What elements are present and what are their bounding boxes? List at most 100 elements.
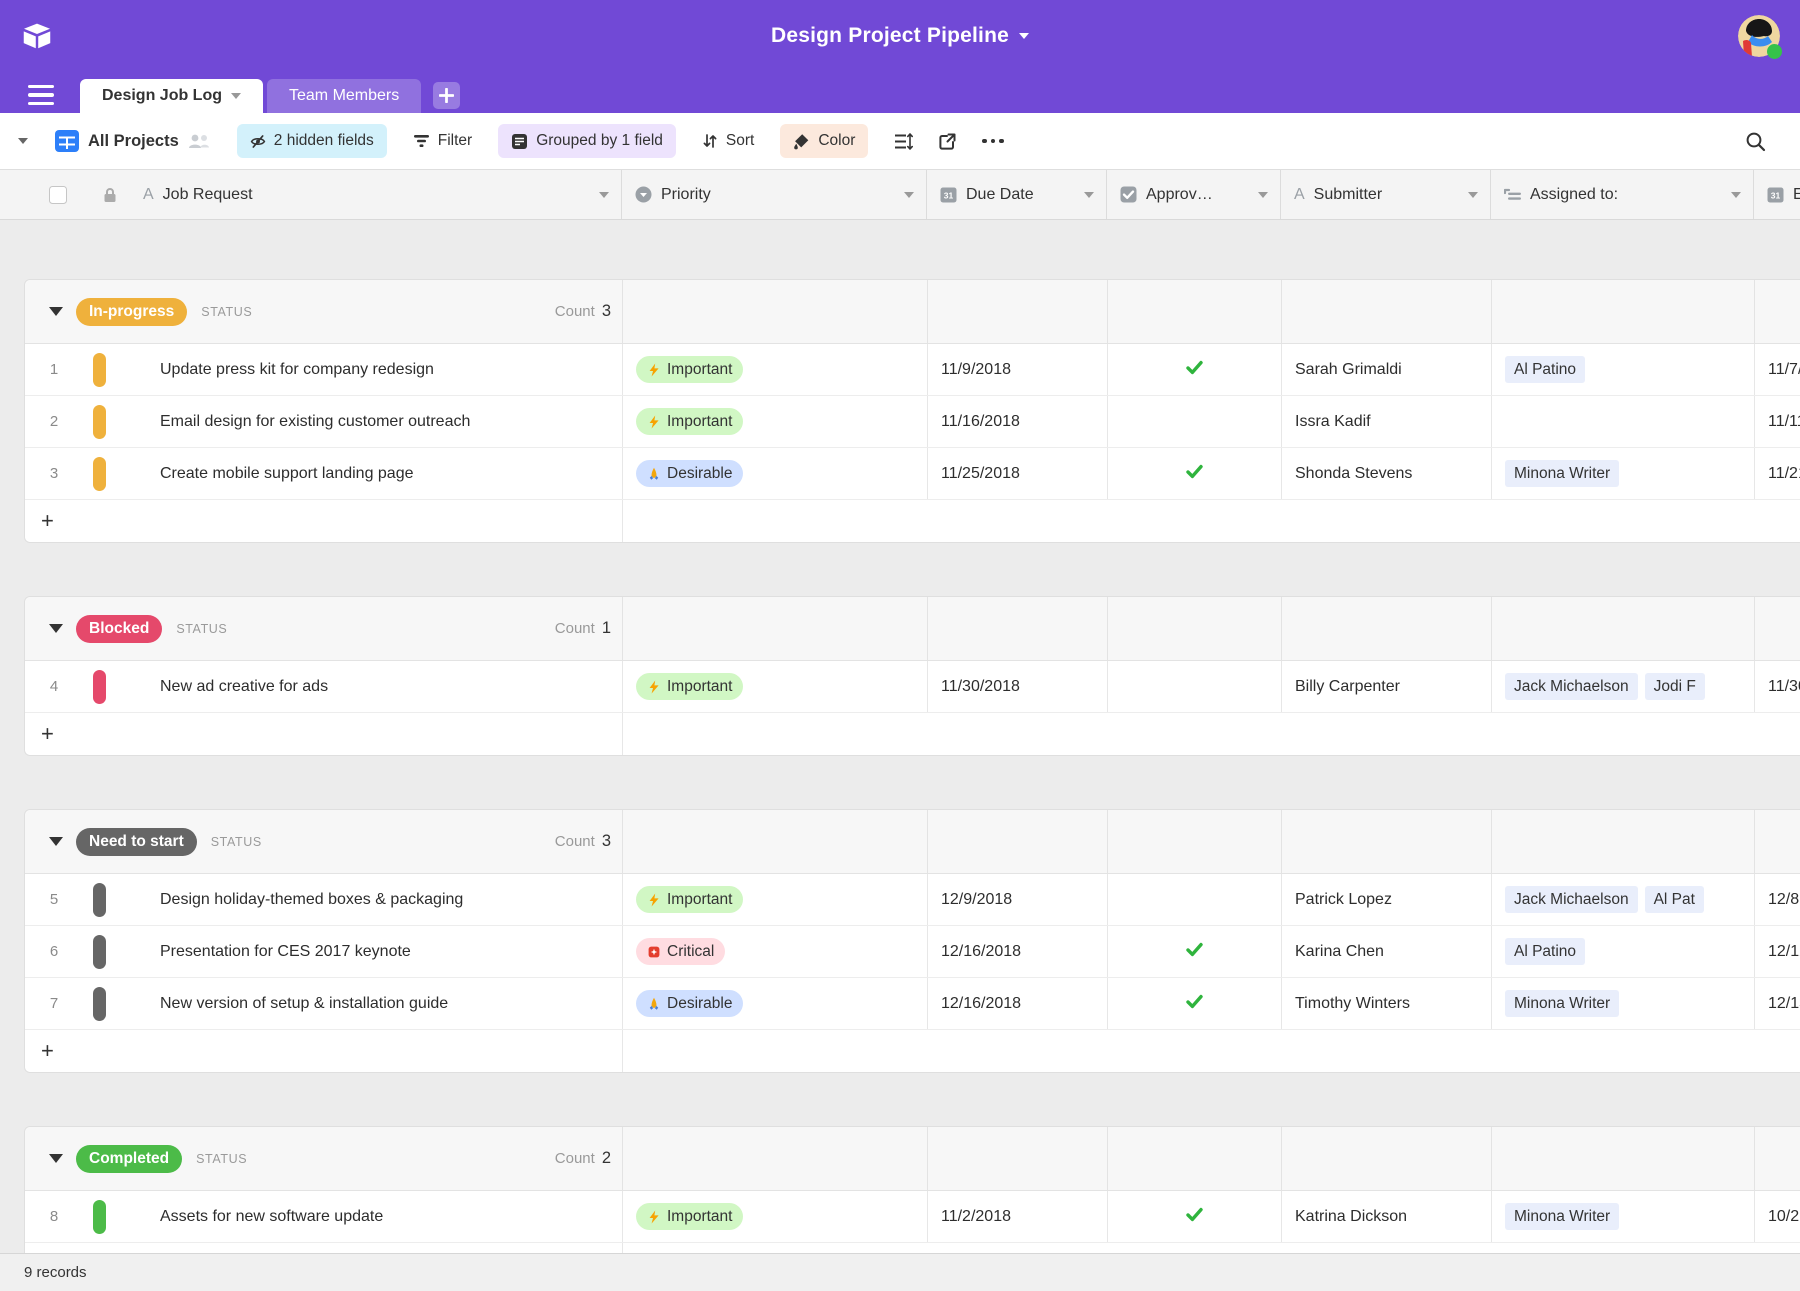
submitter-cell[interactable]: Katrina Dickson <box>1282 1191 1492 1242</box>
job-request-cell[interactable]: 1Update press kit for company redesign <box>25 344 623 395</box>
share-view-button[interactable] <box>939 133 956 150</box>
assigned-to-cell[interactable]: Al Patino <box>1492 926 1755 977</box>
assigned-to-cell[interactable]: Minona Writer <box>1492 1191 1755 1242</box>
approved-cell[interactable] <box>1108 1191 1282 1242</box>
due-date-cell[interactable]: 11/2/2018 <box>928 1191 1108 1242</box>
column-header-job-request[interactable]: A Job Request <box>24 170 622 219</box>
color-button[interactable]: Color <box>780 124 868 158</box>
add-row-icon[interactable]: + <box>41 723 54 745</box>
approved-cell[interactable] <box>1108 448 1282 499</box>
column-header-submitter[interactable]: A Submitter <box>1281 170 1491 219</box>
priority-cell[interactable]: Important <box>623 396 928 447</box>
column-caret-icon[interactable] <box>904 192 914 198</box>
table-row[interactable]: 6Presentation for CES 2017 keynoteCritic… <box>25 926 1800 978</box>
tab-team-members[interactable]: Team Members <box>267 79 421 113</box>
job-request-cell[interactable]: 6Presentation for CES 2017 keynote <box>25 926 623 977</box>
end-date-cell[interactable]: 12/13 <box>1755 978 1800 1029</box>
submitter-cell[interactable]: Sarah Grimaldi <box>1282 344 1492 395</box>
end-date-cell[interactable]: 12/8 <box>1755 874 1800 925</box>
add-row[interactable]: + <box>25 1030 1800 1072</box>
column-caret-icon[interactable] <box>1084 192 1094 198</box>
table-row[interactable]: 8Assets for new software updateImportant… <box>25 1191 1800 1243</box>
approved-cell[interactable] <box>1108 344 1282 395</box>
end-date-cell[interactable]: 11/7/ <box>1755 344 1800 395</box>
column-header-due-date[interactable]: 31 Due Date <box>927 170 1107 219</box>
view-sidebar-toggle[interactable] <box>18 138 28 144</box>
submitter-cell[interactable]: Timothy Winters <box>1282 978 1492 1029</box>
column-header-priority[interactable]: Priority <box>622 170 927 219</box>
table-row[interactable]: 4New ad creative for adsImportant11/30/2… <box>25 661 1800 713</box>
row-select-all-checkbox[interactable] <box>49 186 67 204</box>
job-request-cell[interactable]: 5Design holiday-themed boxes & packaging <box>25 874 623 925</box>
priority-cell[interactable]: Important <box>623 661 928 712</box>
group-header[interactable]: In-progressSTATUSCount3 <box>25 280 1800 344</box>
assigned-to-cell[interactable]: Minona Writer <box>1492 978 1755 1029</box>
approved-cell[interactable] <box>1108 661 1282 712</box>
end-date-cell[interactable]: 10/2 <box>1755 1191 1800 1242</box>
submitter-cell[interactable]: Karina Chen <box>1282 926 1492 977</box>
column-header-assigned-to[interactable]: Assigned to: <box>1491 170 1754 219</box>
job-request-cell[interactable]: 3Create mobile support landing page <box>25 448 623 499</box>
assigned-to-cell[interactable]: Jack MichaelsonAl Pat <box>1492 874 1755 925</box>
table-row[interactable]: 1Update press kit for company redesignIm… <box>25 344 1800 396</box>
group-header[interactable]: Need to startSTATUSCount3 <box>25 810 1800 874</box>
more-options-button[interactable] <box>982 139 1004 144</box>
collapse-triangle-icon[interactable] <box>49 624 63 633</box>
end-date-cell[interactable]: 12/12 <box>1755 926 1800 977</box>
approved-cell[interactable] <box>1108 874 1282 925</box>
due-date-cell[interactable]: 12/16/2018 <box>928 926 1108 977</box>
app-logo-icon[interactable] <box>22 23 52 50</box>
end-date-cell[interactable]: 11/30 <box>1755 661 1800 712</box>
title-caret-icon[interactable] <box>1019 33 1029 39</box>
column-caret-icon[interactable] <box>1731 192 1741 198</box>
table-row[interactable]: 7New version of setup & installation gui… <box>25 978 1800 1030</box>
filter-button[interactable]: Filter <box>413 132 472 150</box>
submitter-cell[interactable]: Issra Kadif <box>1282 396 1492 447</box>
table-row[interactable]: 5Design holiday-themed boxes & packaging… <box>25 874 1800 926</box>
job-request-cell[interactable]: 7New version of setup & installation gui… <box>25 978 623 1029</box>
due-date-cell[interactable]: 11/9/2018 <box>928 344 1108 395</box>
job-request-cell[interactable]: 4New ad creative for ads <box>25 661 623 712</box>
priority-cell[interactable]: Desirable <box>623 978 928 1029</box>
table-row[interactable]: 2Email design for existing customer outr… <box>25 396 1800 448</box>
due-date-cell[interactable]: 11/30/2018 <box>928 661 1108 712</box>
sort-button[interactable]: Sort <box>702 132 754 150</box>
priority-cell[interactable]: Important <box>623 344 928 395</box>
group-header[interactable]: CompletedSTATUSCount2 <box>25 1127 1800 1191</box>
add-row[interactable]: + <box>25 500 1800 542</box>
column-caret-icon[interactable] <box>1468 192 1478 198</box>
priority-cell[interactable]: Important <box>623 1191 928 1242</box>
column-caret-icon[interactable] <box>1258 192 1268 198</box>
due-date-cell[interactable]: 11/25/2018 <box>928 448 1108 499</box>
approved-cell[interactable] <box>1108 978 1282 1029</box>
assigned-to-cell[interactable]: Jack MichaelsonJodi F <box>1492 661 1755 712</box>
submitter-cell[interactable]: Patrick Lopez <box>1282 874 1492 925</box>
column-header-approved[interactable]: Approv… <box>1107 170 1281 219</box>
column-caret-icon[interactable] <box>599 192 609 198</box>
group-button[interactable]: Grouped by 1 field <box>498 124 676 158</box>
submitter-cell[interactable]: Shonda Stevens <box>1282 448 1492 499</box>
priority-cell[interactable]: Desirable <box>623 448 928 499</box>
approved-cell[interactable] <box>1108 396 1282 447</box>
column-header-end-date[interactable]: 31 E <box>1754 170 1800 219</box>
row-height-button[interactable] <box>894 133 913 150</box>
search-button[interactable] <box>1745 131 1766 152</box>
submitter-cell[interactable]: Billy Carpenter <box>1282 661 1492 712</box>
view-switcher[interactable]: All Projects <box>54 128 211 154</box>
collapse-triangle-icon[interactable] <box>49 837 63 846</box>
priority-cell[interactable]: Important <box>623 874 928 925</box>
group-header[interactable]: BlockedSTATUSCount1 <box>25 597 1800 661</box>
user-avatar[interactable] <box>1738 15 1780 57</box>
approved-cell[interactable] <box>1108 926 1282 977</box>
assigned-to-cell[interactable]: Al Patino <box>1492 344 1755 395</box>
collapse-triangle-icon[interactable] <box>49 307 63 316</box>
tab-design-job-log[interactable]: Design Job Log <box>80 79 263 113</box>
priority-cell[interactable]: Critical <box>623 926 928 977</box>
add-row-icon[interactable]: + <box>41 1040 54 1062</box>
end-date-cell[interactable]: 11/11 <box>1755 396 1800 447</box>
add-row-icon[interactable]: + <box>41 510 54 532</box>
collapse-triangle-icon[interactable] <box>49 1154 63 1163</box>
table-row[interactable]: 3Create mobile support landing pageDesir… <box>25 448 1800 500</box>
assigned-to-cell[interactable]: Minona Writer <box>1492 448 1755 499</box>
job-request-cell[interactable]: 8Assets for new software update <box>25 1191 623 1242</box>
